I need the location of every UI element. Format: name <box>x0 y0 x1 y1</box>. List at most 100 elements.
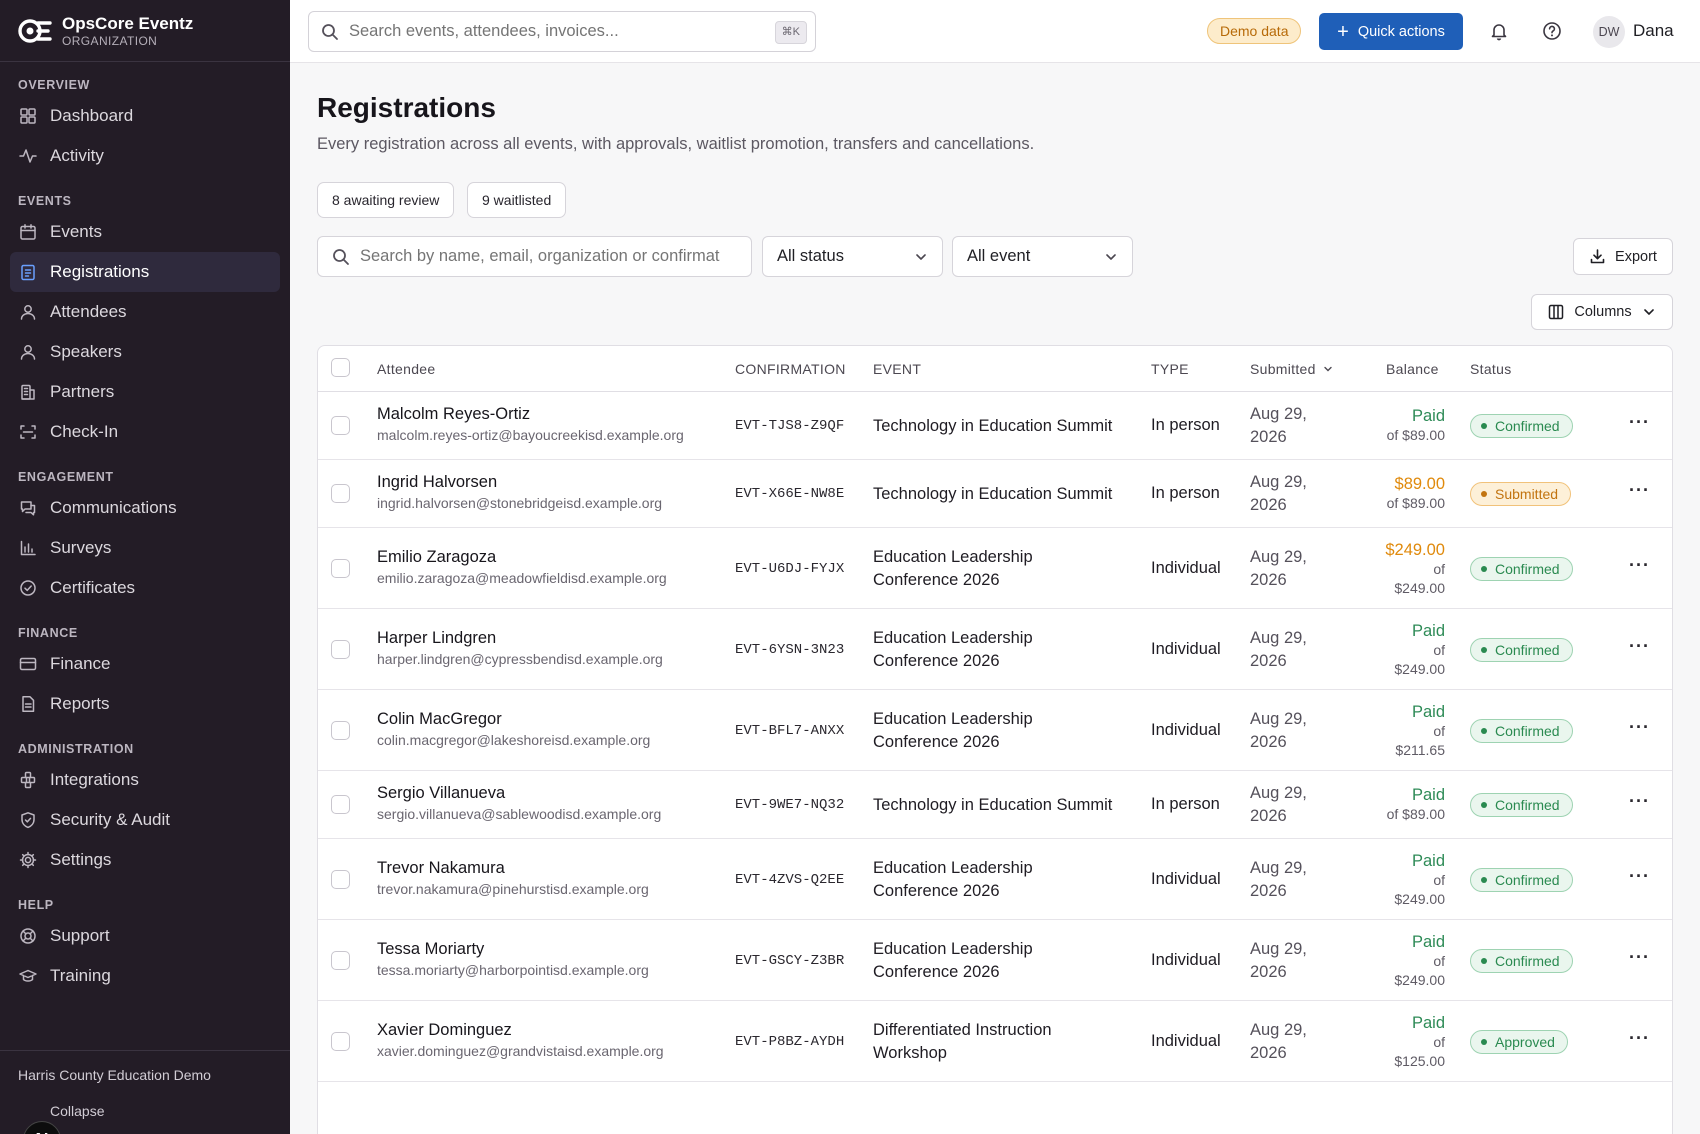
row-checkbox[interactable] <box>331 795 350 814</box>
sidebar-item-speakers[interactable]: Speakers <box>10 332 280 372</box>
status-dot-icon <box>1481 957 1487 964</box>
sidebar-item-dashboard[interactable]: Dashboard <box>10 96 280 136</box>
balance-cell: Paid of $211.65 <box>1355 703 1445 760</box>
sidebar-item-attendees[interactable]: Attendees <box>10 292 280 332</box>
attendee-name[interactable]: Tessa Moriarty <box>377 940 484 959</box>
submitted-date-line1: Aug 29, <box>1250 939 1307 958</box>
user-name[interactable]: Dana <box>1633 21 1674 41</box>
row-checkbox[interactable] <box>331 416 350 435</box>
row-more-icon[interactable]: ··· <box>1629 1028 1650 1049</box>
row-checkbox[interactable] <box>331 720 350 740</box>
sidebar-item-registrations[interactable]: Registrations <box>10 252 280 292</box>
help-icon[interactable] <box>1542 21 1562 41</box>
registration-search[interactable] <box>317 236 752 277</box>
row-checkbox[interactable] <box>331 950 350 970</box>
balance-cell: $89.00 of $89.00 <box>1355 475 1445 513</box>
sidebar-item-label: Attendees <box>50 302 127 321</box>
sidebar-item-training[interactable]: Training <box>10 956 280 996</box>
chat-icon <box>20 501 36 516</box>
table-row[interactable]: Trevor Nakamura trevor.nakamura@pinehurst… <box>318 839 1672 920</box>
row-more-icon[interactable]: ··· <box>1629 636 1650 657</box>
row-more-icon[interactable]: ··· <box>1629 866 1650 887</box>
th-status[interactable]: Status <box>1470 361 1512 377</box>
columns-button[interactable]: Columns <box>1531 294 1673 330</box>
row-more-icon[interactable]: ··· <box>1629 947 1650 968</box>
global-search-input[interactable] <box>349 22 759 41</box>
sidebar-item-reports[interactable]: Reports <box>10 684 280 724</box>
attendee-name[interactable]: Trevor Nakamura <box>377 859 505 878</box>
balance-amount: Paid <box>1411 702 1445 721</box>
submitted-date-line2: 2026 <box>1250 428 1287 446</box>
n-badge[interactable]: N <box>23 1121 61 1134</box>
attendee-name[interactable]: Sergio Villanueva <box>377 784 505 803</box>
row-more-icon[interactable]: ··· <box>1629 412 1650 433</box>
row-more-icon[interactable]: ··· <box>1629 791 1650 812</box>
sidebar-item-settings[interactable]: Settings <box>10 840 280 880</box>
bar-chart-icon <box>20 540 36 556</box>
th-confirmation[interactable]: CONFIRMATION <box>735 361 846 377</box>
export-button[interactable]: Export <box>1573 238 1673 275</box>
attendee-name[interactable]: Ingrid Halvorsen <box>377 473 497 492</box>
balance-cell: Paid of $89.00 <box>1355 786 1445 824</box>
sidebar-item-certificates[interactable]: Certificates <box>10 568 280 608</box>
attendee-name[interactable]: Colin MacGregor <box>377 710 502 729</box>
sidebar-footer: Harris County Education Demo Collapse N <box>0 1050 290 1134</box>
sidebar-item-activity[interactable]: Activity <box>10 136 280 176</box>
select-all-checkbox[interactable] <box>331 358 350 377</box>
avatar[interactable]: DW <box>1593 16 1625 48</box>
event-select[interactable]: All event <box>952 236 1133 277</box>
submitted-date-line1: Aug 29, <box>1250 1020 1307 1039</box>
row-checkbox[interactable] <box>331 639 350 659</box>
sidebar-item-support[interactable]: Support <box>10 916 280 956</box>
brand-header[interactable]: OpsCore Eventz ORGANIZATION <box>0 0 290 62</box>
row-checkbox[interactable] <box>331 1031 350 1051</box>
balance-amount: Paid <box>1411 1013 1445 1032</box>
collapse-button[interactable]: Collapse <box>50 1103 104 1119</box>
row-checkbox[interactable] <box>331 558 350 578</box>
global-search[interactable]: ⌘K <box>308 11 816 52</box>
th-submitted[interactable]: Submitted <box>1250 361 1333 377</box>
row-more-icon[interactable]: ··· <box>1629 480 1650 501</box>
main-content: Registrations Every registration across … <box>290 63 1700 1134</box>
th-attendee[interactable]: Attendee <box>377 361 435 377</box>
table-row[interactable]: Tessa Moriarty tessa.moriarty@harborpoint… <box>318 920 1672 1001</box>
balance-cell: Paid of $125.00 <box>1355 1014 1445 1071</box>
waitlisted-chip[interactable]: 9 waitlisted <box>467 182 567 218</box>
sidebar-item-partners[interactable]: Partners <box>10 372 280 412</box>
table-row[interactable]: Ingrid Halvorsen ingrid.halvorsen@stonebr… <box>318 460 1672 528</box>
download-icon <box>1590 249 1605 264</box>
th-balance[interactable]: Balance <box>1386 361 1439 377</box>
columns-label: Columns <box>1574 304 1632 320</box>
row-checkbox[interactable] <box>331 484 350 503</box>
sidebar-item-communications[interactable]: Communications <box>10 488 280 528</box>
table-row[interactable]: Xavier Dominguez xavier.dominguez@grandvi… <box>318 1001 1672 1082</box>
th-event[interactable]: EVENT <box>873 361 921 377</box>
attendee-name[interactable]: Emilio Zaragoza <box>377 548 496 567</box>
registration-search-input[interactable] <box>360 247 740 266</box>
table-row[interactable]: Harper Lindgren harper.lindgren@cypressbe… <box>318 609 1672 690</box>
sidebar-item-finance[interactable]: Finance <box>10 644 280 684</box>
sidebar-item-events[interactable]: Events <box>10 212 280 252</box>
attendee-name[interactable]: Malcolm Reyes-Ortiz <box>377 405 530 424</box>
quick-actions-button[interactable]: + Quick actions <box>1319 13 1463 50</box>
submitted-date-line1: Aug 29, <box>1250 628 1307 647</box>
nav-section-engagement: ENGAGEMENT <box>18 470 114 484</box>
attendee-name[interactable]: Xavier Dominguez <box>377 1021 512 1040</box>
row-checkbox[interactable] <box>331 869 350 889</box>
status-select[interactable]: All status <box>762 236 943 277</box>
table-row[interactable]: Sergio Villanueva sergio.villanueva@sable… <box>318 771 1672 839</box>
awaiting-review-chip[interactable]: 8 awaiting review <box>317 182 455 218</box>
th-type[interactable]: TYPE <box>1151 361 1189 377</box>
bell-icon[interactable] <box>1489 21 1509 41</box>
table-row[interactable]: Malcolm Reyes-Ortiz malcolm.reyes-ortiz@b… <box>318 392 1672 460</box>
attendee-name[interactable]: Harper Lindgren <box>377 629 496 648</box>
sidebar-item-security-audit[interactable]: Security & Audit <box>10 800 280 840</box>
submitted-date-line2: 2026 <box>1250 496 1287 514</box>
row-more-icon[interactable]: ··· <box>1629 717 1650 738</box>
sidebar-item-surveys[interactable]: Surveys <box>10 528 280 568</box>
table-row[interactable]: Emilio Zaragoza emilio.zaragoza@meadowfie… <box>318 528 1672 609</box>
row-more-icon[interactable]: ··· <box>1629 555 1650 576</box>
sidebar-item-check-in[interactable]: Check-In <box>10 412 280 452</box>
sidebar-item-integrations[interactable]: Integrations <box>10 760 280 800</box>
table-row[interactable]: Colin MacGregor colin.macgregor@lakeshore… <box>318 690 1672 771</box>
